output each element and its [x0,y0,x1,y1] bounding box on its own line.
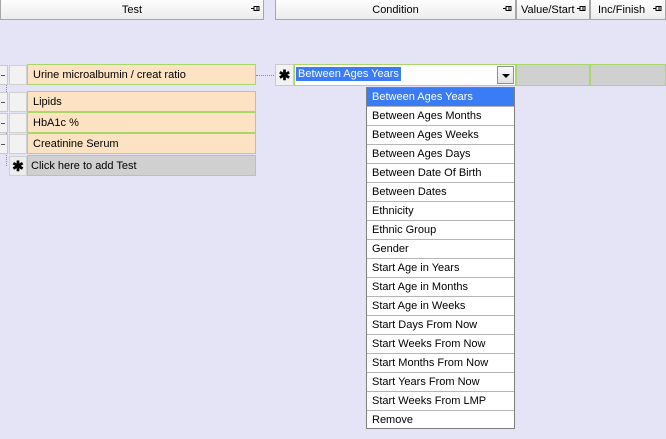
dropdown-option[interactable]: Start Age in Years [367,259,514,278]
test-row-label: Urine microalbumin / creat ratio [33,68,186,81]
dropdown-option[interactable]: Between Date Of Birth [367,164,514,183]
dropdown-option[interactable]: Ethnic Group [367,221,514,240]
dropdown-option[interactable]: Between Ages Months [367,107,514,126]
test-row-label: HbA1c % [33,116,79,129]
dropdown-option[interactable]: Remove [367,411,514,430]
add-test-label: Click here to add Test [31,159,137,172]
column-header-inc-finish-label: Inc/Finish [598,3,646,16]
new-row-icon: ✱ [12,158,24,174]
condition-combo-value[interactable]: Between Ages Years [296,67,401,81]
dropdown-option[interactable]: Start Years From Now [367,373,514,392]
new-row-icon: ✱ [278,67,291,83]
dropdown-option[interactable]: Start Age in Months [367,278,514,297]
add-row-selector[interactable]: ✱ [9,156,27,176]
dropdown-option[interactable]: Gender [367,240,514,259]
dropdown-option[interactable]: Ethnicity [367,202,514,221]
row-selector[interactable] [9,92,27,112]
dropdown-option[interactable]: Between Dates [367,183,514,202]
test-row-cell[interactable]: Creatinine Serum [27,133,256,154]
test-row-cell[interactable]: Urine microalbumin / creat ratio [27,64,256,85]
column-header-inc-finish[interactable]: Inc/Finish [590,0,666,20]
column-header-condition-label: Condition [372,3,419,16]
row-expander[interactable] [0,65,8,85]
row-expander[interactable] [0,113,8,133]
column-header-value-start-label: Value/Start [521,3,575,16]
column-header-test[interactable]: Test [0,0,264,20]
condition-row-selector[interactable]: ✱ [275,64,294,86]
row-expander[interactable] [0,134,8,154]
dropdown-option[interactable]: Start Months From Now [367,354,514,373]
test-row-label: Lipids [33,95,62,108]
dropdown-option[interactable]: Between Ages Weeks [367,126,514,145]
dropdown-option[interactable]: Between Ages Years [367,88,514,107]
column-header-condition[interactable]: Condition [275,0,516,20]
test-row-cell[interactable]: Lipids [27,91,256,112]
tree-connector [256,75,274,76]
condition-dropdown-list[interactable]: Between Ages Years Between Ages Months B… [366,87,515,429]
column-header-test-label: Test [121,3,143,16]
pin-icon[interactable] [653,4,662,13]
column-header-value-start[interactable]: Value/Start [516,0,590,20]
row-selector[interactable] [9,65,27,85]
dropdown-option[interactable]: Start Age in Weeks [367,297,514,316]
condition-dropdown-button[interactable] [497,66,514,84]
dropdown-option[interactable]: Start Weeks From LMP [367,392,514,411]
row-selector[interactable] [9,113,27,133]
pin-icon[interactable] [251,4,260,13]
row-expander[interactable] [0,92,8,112]
pin-icon[interactable] [577,4,586,13]
add-test-row[interactable]: Click here to add Test [27,155,256,176]
chevron-down-icon [502,74,510,78]
row-selector[interactable] [9,134,27,154]
inc-finish-cell[interactable] [590,64,666,86]
dropdown-option[interactable]: Between Ages Days [367,145,514,164]
test-row-cell[interactable]: HbA1c % [27,112,256,133]
dropdown-option[interactable]: Start Days From Now [367,316,514,335]
pin-icon[interactable] [503,4,512,13]
test-row-label: Creatinine Serum [33,137,119,150]
value-start-cell[interactable] [516,64,590,86]
dropdown-option[interactable]: Start Weeks From Now [367,335,514,354]
